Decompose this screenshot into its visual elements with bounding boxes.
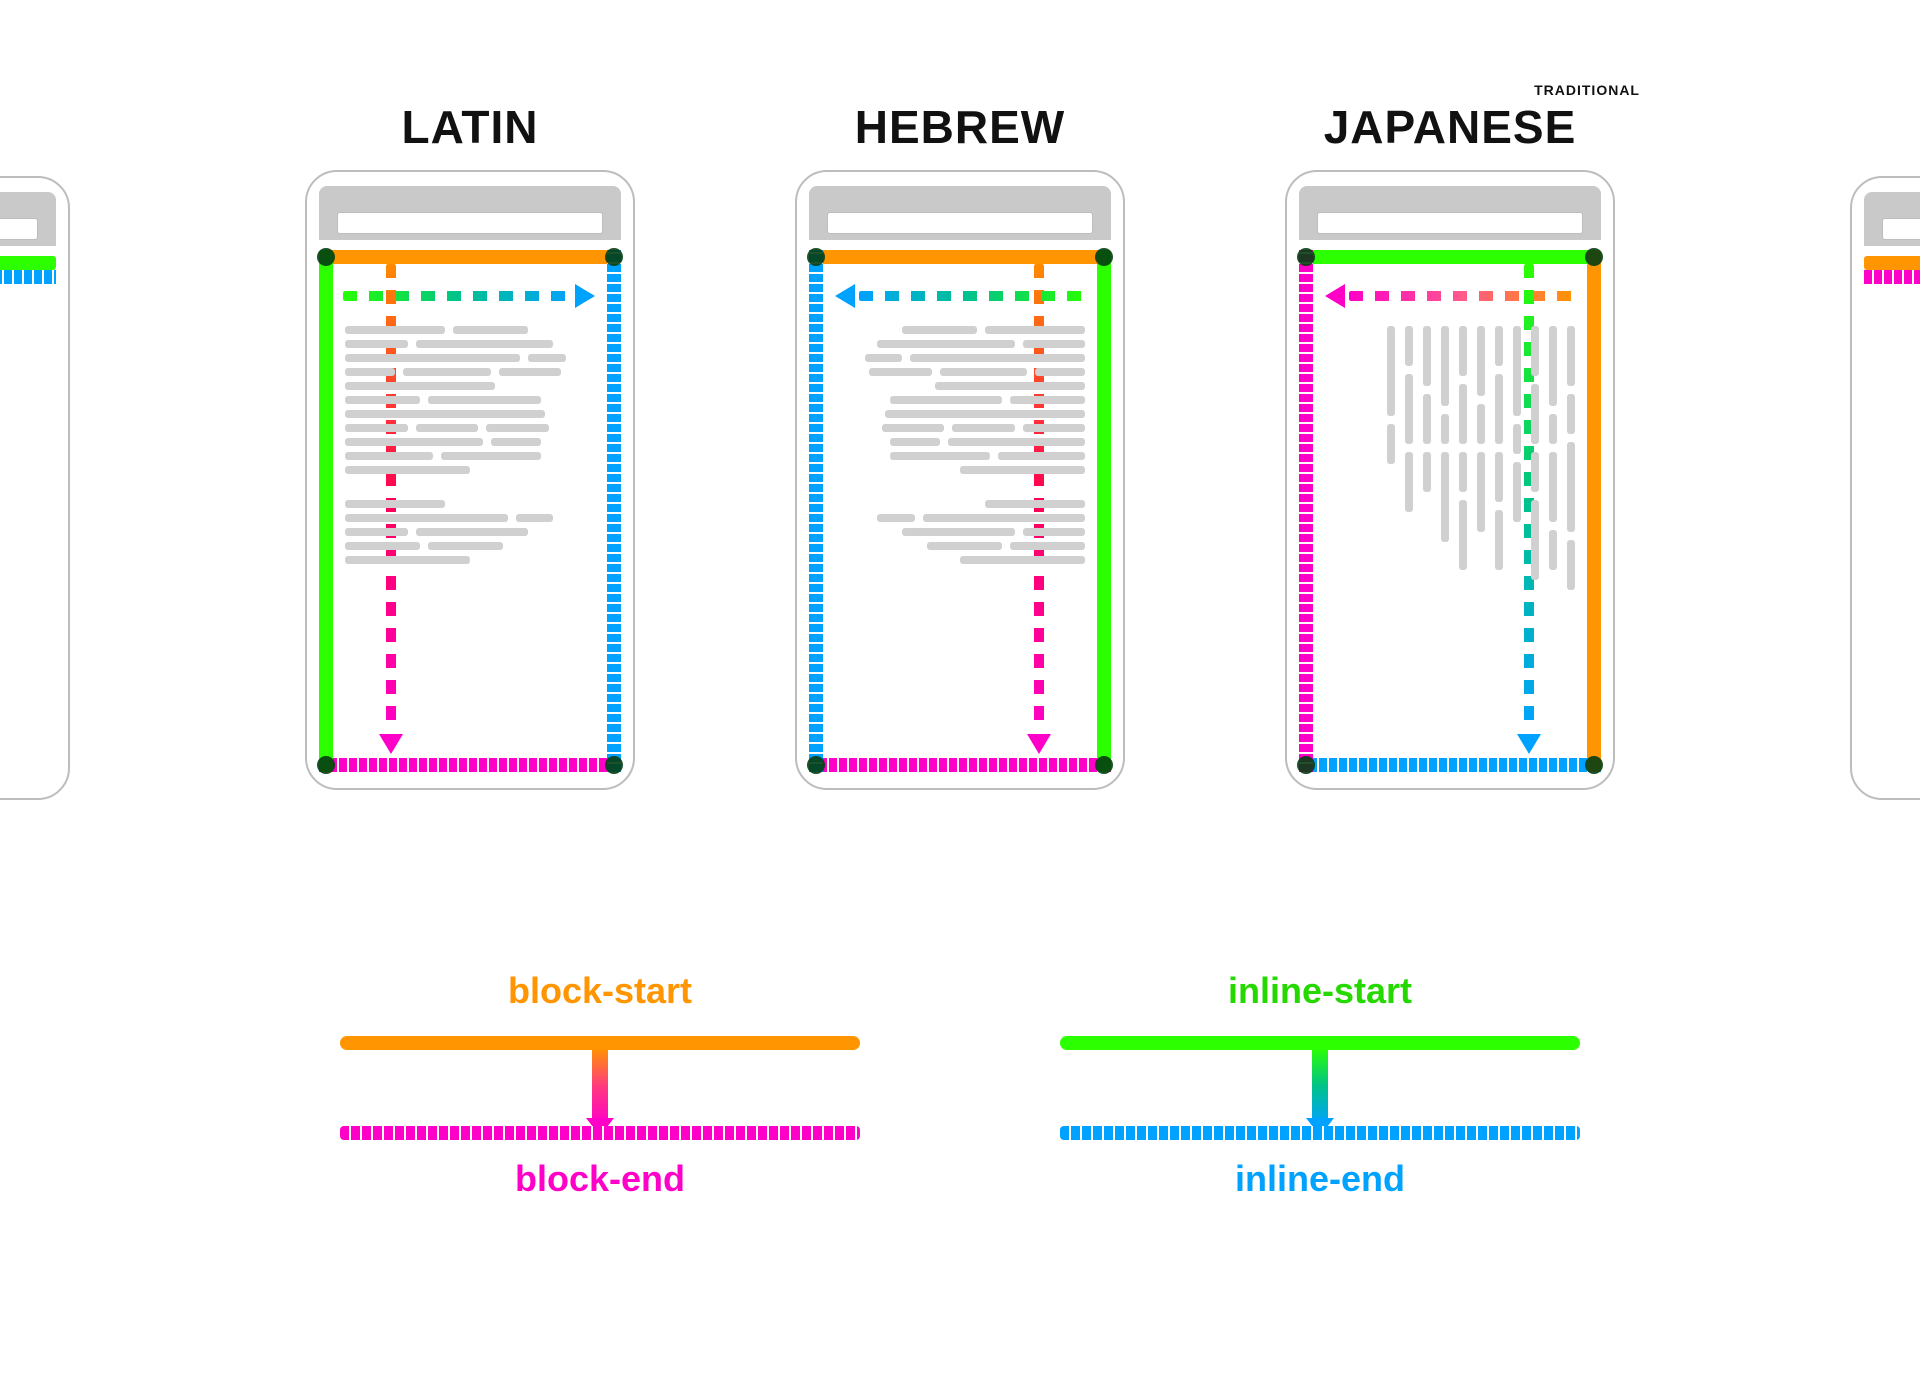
- block-end-edge: [319, 758, 621, 772]
- corner-dot: [317, 756, 335, 774]
- legend-block-bar: [340, 1018, 860, 1158]
- legend-label-block-start: block-start: [340, 970, 860, 1012]
- corner-dot: [317, 248, 335, 266]
- device-title-wrap: HEBREW: [780, 100, 1140, 170]
- content-area: [1299, 250, 1601, 772]
- legend-label-inline-start: inline-start: [1060, 970, 1580, 1012]
- device-latin: LATIN: [290, 100, 650, 900]
- inline-end-edge: [809, 250, 823, 772]
- legend-label-inline-end: inline-end: [1060, 1158, 1580, 1200]
- device-title: JAPANESE: [1324, 101, 1577, 153]
- browser-chrome: [319, 186, 621, 240]
- device-title-wrap: LATIN: [290, 100, 650, 170]
- corner-dot: [1095, 248, 1113, 266]
- phone-frame: [1285, 170, 1615, 790]
- placeholder-text: [345, 326, 595, 746]
- placeholder-text-vertical: [1325, 326, 1575, 746]
- legend-inline-arrow: [1312, 1048, 1328, 1124]
- block-start-edge: [1587, 250, 1601, 772]
- block-flow-arrow: [1323, 284, 1577, 308]
- inline-end-edge: [607, 250, 621, 772]
- device-title-wrap: TRADITIONAL JAPANESE: [1270, 100, 1630, 170]
- phone-frame: [795, 170, 1125, 790]
- devices-row: LATIN: [0, 100, 1920, 900]
- inline-flow-arrow: [833, 284, 1087, 308]
- device-japanese: TRADITIONAL JAPANESE: [1270, 100, 1630, 900]
- address-bar: [1317, 212, 1583, 234]
- corner-dot: [1297, 248, 1315, 266]
- legend-block: block-start block-end: [340, 970, 860, 1200]
- block-start-edge: [809, 250, 1111, 264]
- inline-end-edge: [1299, 758, 1601, 772]
- legend-inline-end-bar: [1060, 1126, 1580, 1140]
- inline-start-edge: [1299, 250, 1601, 264]
- legend-inline-bar: [1060, 1018, 1580, 1158]
- inline-flow-arrow: [343, 284, 597, 308]
- corner-dot: [605, 756, 623, 774]
- address-bar: [337, 212, 603, 234]
- address-bar: [827, 212, 1093, 234]
- browser-chrome: [1299, 186, 1601, 240]
- block-end-edge: [809, 758, 1111, 772]
- corner-dot: [1297, 756, 1315, 774]
- legend-block-end-bar: [340, 1126, 860, 1140]
- corner-dot: [1095, 756, 1113, 774]
- legend-label-block-end: block-end: [340, 1158, 860, 1200]
- corner-dot: [1585, 248, 1603, 266]
- device-subtitle: TRADITIONAL: [1534, 82, 1640, 98]
- inline-start-edge: [319, 250, 333, 772]
- device-title: LATIN: [401, 101, 538, 153]
- corner-dot: [605, 248, 623, 266]
- legend-block-arrow: [592, 1048, 608, 1124]
- legend: block-start block-end inline-start inlin…: [0, 970, 1920, 1200]
- block-start-edge: [319, 250, 621, 264]
- content-area: [319, 250, 621, 772]
- placeholder-text: [835, 326, 1085, 746]
- diagram-stage: LATIN: [0, 0, 1920, 1384]
- legend-inline: inline-start inline-end: [1060, 970, 1580, 1200]
- corner-dot: [1585, 756, 1603, 774]
- device-title: HEBREW: [855, 101, 1065, 153]
- block-end-edge: [1299, 250, 1313, 772]
- browser-chrome: [809, 186, 1111, 240]
- corner-dot: [807, 248, 825, 266]
- corner-dot: [807, 756, 825, 774]
- phone-frame: [305, 170, 635, 790]
- content-area: [809, 250, 1111, 772]
- inline-start-edge: [1097, 250, 1111, 772]
- device-hebrew: HEBREW: [780, 100, 1140, 900]
